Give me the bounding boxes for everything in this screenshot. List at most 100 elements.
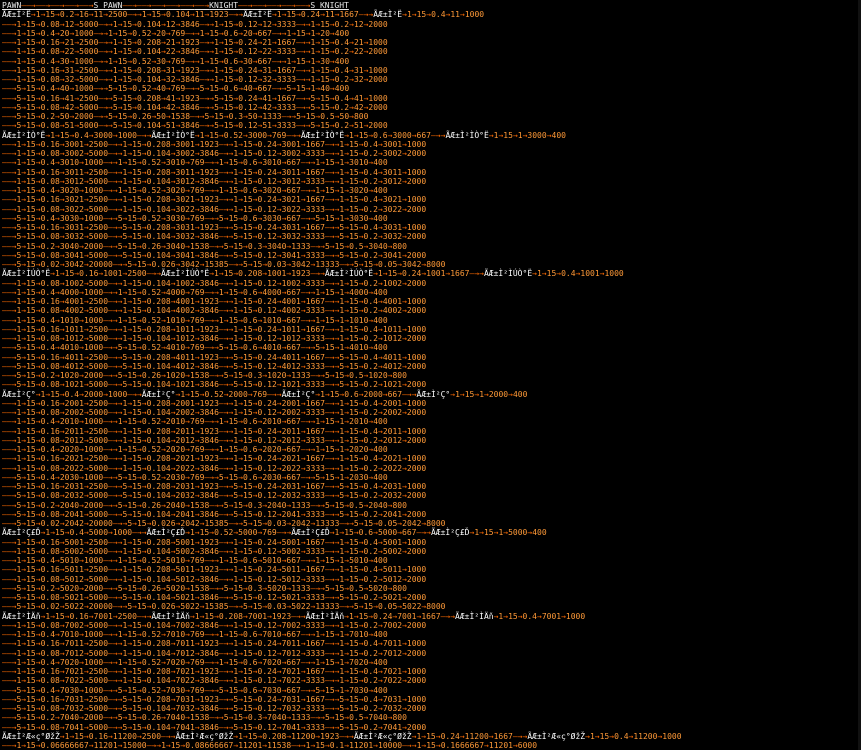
cell-value: 7022 [64,676,84,686]
tab-arrow-icon: ——→ [2,149,17,158]
terminal-output[interactable]: PAWN——→——→——→——→——→S_PAWN——→——→——→——→——→… [0,0,861,750]
cell-value: 15 [349,593,359,602]
cell-value: 15 [243,306,253,316]
cell-value: 0.24 [440,731,460,741]
cell-value: 3333 [305,334,325,343]
cell-value: 7020 [165,657,186,667]
cell-value: 2011 [281,426,301,436]
terminal-line: ——→5→15→0.16→3031→2500—→→5→15→0.208→3031… [2,223,861,232]
record-key: ÃÆ±Ì²Ç£Ď [430,528,470,538]
terminal-line: ——→5→15→0.16→2031→2500—→→5→15→0.208→2031… [2,482,861,491]
cell-value: 1000 [565,611,586,621]
cell-value: 15 [127,315,137,325]
cell-value: 15 [26,667,36,676]
cell-value: 0.4 [334,38,350,47]
cell-value: 0.104 [146,704,171,713]
tab-arrow-icon: —→ [324,482,335,491]
cell-value: 15 [334,241,345,251]
cell-value: 31 [165,65,176,75]
cell-value: 0.16 [40,537,60,547]
cell-value: 2042 [180,519,200,528]
cell-value: 2000 [406,546,427,556]
cell-value: 5021 [281,593,301,602]
tab-arrow-icon: ——→ [2,139,17,149]
cell-value: 15 [132,639,142,649]
cell-value: 15 [26,537,36,547]
tab-arrow-icon: ——→ [2,158,17,168]
cell-value: 0.104 [146,648,171,658]
cell-value: 11200 [633,731,658,741]
cell-value: 1667 [305,167,325,177]
cell-value: 7031 [281,694,301,704]
cell-value: 3032 [175,232,195,242]
cell-value: 15 [358,130,369,140]
tab-arrow-icon: ——→ [2,648,17,658]
cell-value: 5000 [88,204,109,214]
tab-arrow-icon: ——→ [2,657,17,667]
cell-value: 0.24 [257,139,277,149]
cell-value: 3021 [281,195,301,205]
tab-arrow-icon: —→ [218,565,229,575]
cell-value: 5022 [180,602,200,612]
tab-arrow-icon: —→ [296,19,306,29]
cell-value: 0.26 [141,500,162,510]
cell-value: 0.08 [40,75,60,84]
cell-value: 15 [349,509,359,519]
cell-value: 400 [334,28,350,38]
cell-value: 7002 [64,620,84,630]
cell-value: 0.12 [257,408,277,417]
cell-value: 1667 [305,694,325,704]
cell-value: 667 [257,84,272,94]
cell-value: 15 [132,574,142,584]
tab-arrow-icon: —→ [300,343,311,353]
cell-value: 15 [228,630,239,639]
cell-value: 3020 [165,186,186,195]
cell-value: 400 [373,556,388,565]
tab-arrow-icon: —→ [310,241,321,251]
cell-value: 15 [127,213,137,223]
cell-value: 5000 [88,463,109,473]
tab-arrow-icon: ——→ [2,287,17,297]
cell-value: 0.4 [363,667,378,676]
cell-value: 7041 [281,722,301,732]
cell-value: 667 [286,417,301,427]
cell-value: 1333 [291,241,311,251]
tab-arrow-icon: —→ [324,361,335,371]
tab-arrow-icon: —→ [218,204,229,214]
cell-value: 7030 [165,685,186,695]
tab-arrow-icon: —→ [93,84,104,94]
cell-value: 0.4 [363,297,378,306]
cell-value: 4000 [262,287,282,297]
cell-value: 15 [132,426,142,436]
cell-value: 2000 [406,361,427,371]
cell-value: 769 [170,56,186,66]
cell-value: 5010 [262,556,282,565]
cell-value: 15 [233,500,244,510]
cell-value: 0.08 [40,102,60,112]
cell-value: 15 [127,583,137,593]
cell-value: 0.12 [238,47,258,57]
tab-arrow-icon: —→ [108,704,118,713]
tab-arrow-icon: —→ [98,47,109,57]
cell-value: 15 [26,704,36,713]
cell-value: 15 [243,620,253,630]
tab-arrow-icon: —→ [469,269,480,279]
cell-value: 7020 [262,657,282,667]
tab-arrow-icon: ——→ [2,38,17,47]
cell-value: 0.208 [137,65,162,75]
cell-value: 15 [132,167,142,177]
tab-arrow-icon: —→ [218,463,229,473]
cell-value: 7040 [368,713,388,723]
terminal-line: ——→1→15→0.16→2021→2500—→→1→15→0.208→2021… [2,454,861,463]
tab-arrow-icon: —→ [218,426,229,436]
tab-arrow-icon: —→ [98,93,109,103]
cell-value: 0.104 [146,278,171,288]
cell-value: 2000 [406,676,427,686]
cell-value: 15 [127,472,137,482]
cell-value: 15 [26,741,36,750]
cell-value: 15 [223,47,234,57]
cell-value: 7032 [281,704,301,713]
tab-arrow-icon: —→ [185,56,195,66]
cell-value: 769 [170,28,186,38]
cell-value: 15 [26,28,36,38]
